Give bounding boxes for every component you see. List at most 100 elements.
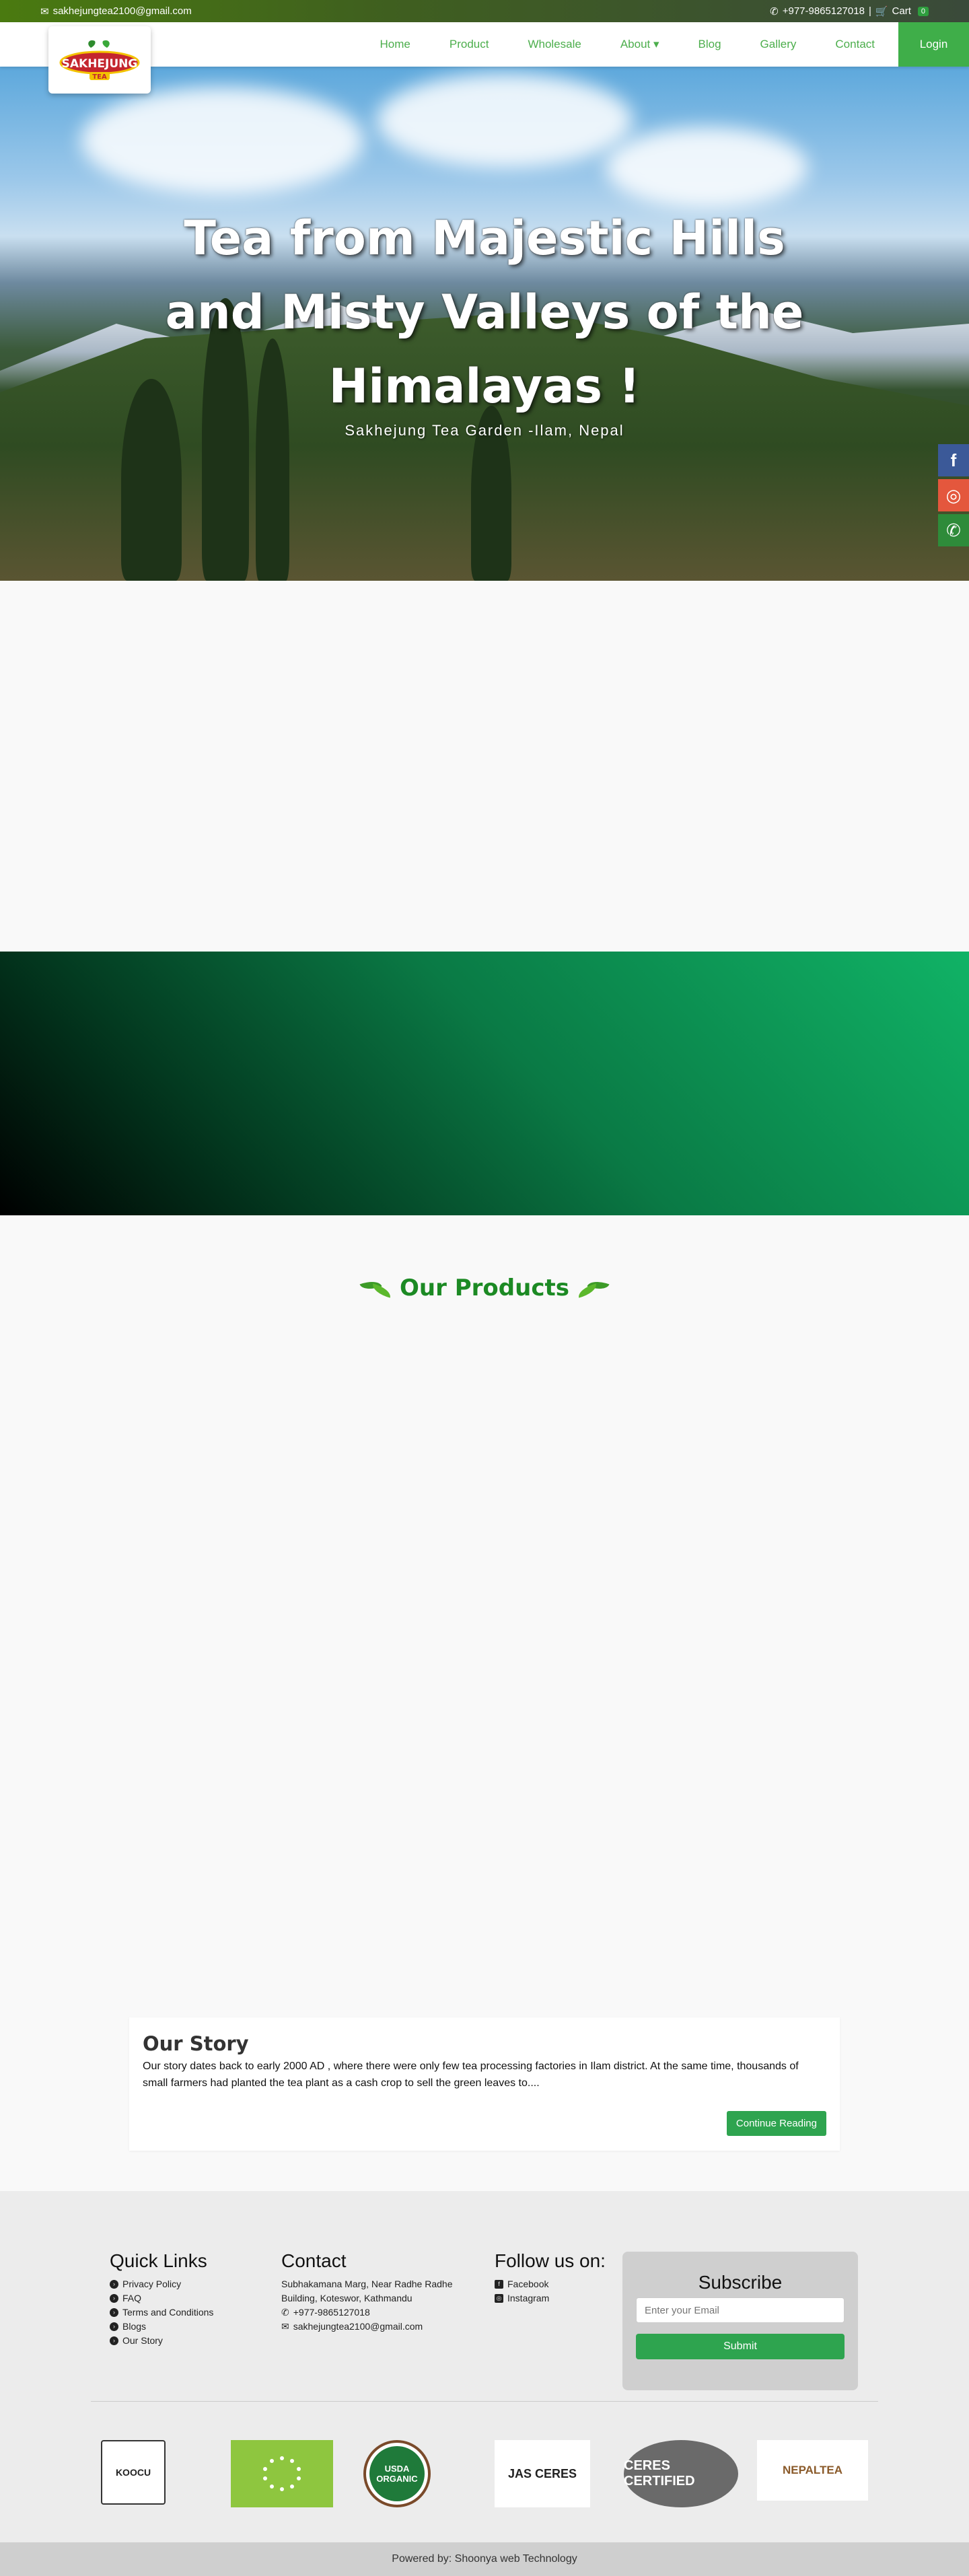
topbar-right: ✆ +977-9865127018 | 🛒 Cart 0	[770, 5, 929, 17]
phone-icon: ✆	[281, 2305, 289, 2320]
cert-label: KOOCU	[116, 2467, 151, 2478]
story-title: Our Story	[143, 2032, 826, 2055]
cart-icon: 🛒	[875, 5, 888, 17]
phone-icon[interactable]: ✆	[938, 514, 969, 546]
subscribe-box: Subscribe Submit	[622, 2252, 858, 2390]
contact-email-text: sakhejungtea2100@gmail.com	[293, 2320, 423, 2334]
footer-link-label: FAQ	[122, 2291, 141, 2305]
login-button[interactable]: Login	[898, 22, 969, 67]
follow-instagram-label: Instagram	[507, 2291, 549, 2305]
arrow-circle-icon: ›	[110, 2308, 118, 2317]
tea-leaf-icon	[576, 1277, 611, 1299]
envelope-icon: ✉	[281, 2320, 289, 2334]
cert-label: CERES CERTIFIED	[624, 2458, 738, 2489]
nav-wholesale[interactable]: Wholesale	[508, 38, 600, 51]
top-bar: ✉ sakhejungtea2100@gmail.com ✆ +977-9865…	[0, 0, 969, 22]
cart-count-badge: 0	[918, 7, 929, 16]
envelope-icon: ✉	[40, 5, 49, 17]
hero-banner: Tea from Majestic Hills and Misty Valley…	[0, 67, 969, 581]
svg-text:TEA: TEA	[92, 73, 107, 81]
hero-cloud	[606, 127, 808, 208]
footer-link-label: Terms and Conditions	[122, 2305, 213, 2320]
footer-divider	[91, 2401, 878, 2402]
contact-email[interactable]: ✉ sakhejungtea2100@gmail.com	[281, 2320, 476, 2334]
nav-gallery[interactable]: Gallery	[741, 38, 816, 51]
hero-cloud	[81, 87, 363, 194]
footer-link-label: Blogs	[122, 2320, 146, 2334]
footer-follow: Follow us on: f Facebook ◎ Instagram	[495, 2250, 606, 2305]
topbar-email-text: sakhejungtea2100@gmail.com	[53, 5, 192, 17]
hero-cloud	[377, 73, 633, 168]
nav-contact[interactable]: Contact	[816, 38, 894, 51]
social-sidebar: f ◎ ✆	[938, 444, 969, 549]
follow-facebook-label: Facebook	[507, 2277, 548, 2291]
arrow-circle-icon: ›	[110, 2294, 118, 2303]
svg-text:SAKHEJUNG: SAKHEJUNG	[62, 57, 138, 71]
cert-label: USDA ORGANIC	[369, 2464, 425, 2484]
arrow-circle-icon: ›	[110, 2322, 118, 2331]
main-navbar: SAKHEJUNG TEA Home Product Wholesale Abo…	[0, 22, 969, 67]
cert-label: NEPALTEA	[783, 2464, 842, 2477]
instagram-icon[interactable]: ◎	[938, 479, 969, 511]
follow-title: Follow us on:	[495, 2250, 606, 2272]
phone-icon: ✆	[770, 5, 779, 17]
powered-by-text: Powered by: Shoonya web Technology	[392, 2553, 577, 2565]
cert-koocu-logo: KOOCU	[101, 2440, 166, 2505]
topbar-separator: |	[869, 5, 871, 17]
products-section: Our Products Our Story Our story dates b…	[0, 1215, 969, 2191]
our-story-card: Our Story Our story dates back to early …	[129, 2017, 840, 2151]
tea-leaf-icon	[358, 1277, 393, 1299]
footer-link-faq[interactable]: › FAQ	[110, 2291, 213, 2305]
cert-eu-organic-logo	[231, 2440, 333, 2507]
subscribe-email-input[interactable]	[636, 2297, 845, 2323]
footer-link-terms[interactable]: › Terms and Conditions	[110, 2305, 213, 2320]
follow-instagram[interactable]: ◎ Instagram	[495, 2291, 606, 2305]
hero-subtitle: Sakhejung Tea Garden -Ilam, Nepal	[0, 422, 969, 439]
nav-product[interactable]: Product	[430, 38, 509, 51]
footer-link-blogs[interactable]: › Blogs	[110, 2320, 213, 2334]
facebook-icon[interactable]: f	[938, 444, 969, 476]
instagram-icon: ◎	[495, 2294, 503, 2303]
green-gradient-section	[0, 952, 969, 1215]
usda-badge: USDA ORGANIC	[369, 2446, 425, 2501]
story-text: Our story dates back to early 2000 AD , …	[143, 2058, 826, 2091]
cert-usda-organic-logo: USDA ORGANIC	[363, 2440, 431, 2507]
quick-links: Quick Links › Privacy Policy › FAQ › Terms …	[110, 2250, 213, 2348]
footer: Quick Links › Privacy Policy › FAQ › Terms …	[0, 2191, 969, 2542]
nav-about-dropdown[interactable]: About ▾	[601, 38, 679, 51]
cert-label: JAS CERES	[508, 2467, 577, 2481]
quick-links-title: Quick Links	[110, 2250, 213, 2272]
nav-home[interactable]: Home	[361, 38, 430, 51]
contact-address: Subhakamana Marg, Near Radhe Radhe Build…	[281, 2277, 476, 2305]
nav-blog[interactable]: Blog	[679, 38, 741, 51]
cert-nepaltea-logo: NEPALTEA	[757, 2440, 868, 2501]
arrow-circle-icon: ›	[110, 2280, 118, 2289]
hero-title: Tea from Majestic Hills and Misty Valley…	[0, 201, 969, 423]
facebook-icon: f	[495, 2280, 503, 2289]
cert-jas-ceres-logo: JAS CERES	[495, 2440, 590, 2507]
contact-phone-text: +977-9865127018	[293, 2305, 370, 2320]
topbar-email[interactable]: ✉ sakhejungtea2100@gmail.com	[40, 5, 192, 17]
site-logo[interactable]: SAKHEJUNG TEA	[48, 26, 151, 94]
sakhejung-logo-icon: SAKHEJUNG TEA	[56, 38, 143, 81]
cert-ceres-certified-logo: CERES CERTIFIED	[624, 2440, 738, 2507]
contact-phone[interactable]: ✆ +977-9865127018	[281, 2305, 476, 2320]
footer-link-label: Privacy Policy	[122, 2277, 181, 2291]
eu-leaf-icon	[245, 2450, 319, 2497]
subscribe-title: Subscribe	[636, 2272, 845, 2293]
continue-reading-button[interactable]: Continue Reading	[727, 2111, 826, 2136]
footer-link-label: Our Story	[122, 2334, 163, 2348]
arrow-circle-icon: ›	[110, 2336, 118, 2345]
topbar-phone[interactable]: +977-9865127018	[783, 5, 865, 17]
footer-link-our-story[interactable]: › Our Story	[110, 2334, 213, 2348]
footer-link-privacy[interactable]: › Privacy Policy	[110, 2277, 213, 2291]
products-title: Our Products	[400, 1275, 569, 1301]
empty-section	[0, 581, 969, 952]
cart-link[interactable]: Cart	[892, 5, 911, 17]
nav-links: Home Product Wholesale About ▾ Blog Gall…	[361, 22, 969, 67]
contact-title: Contact	[281, 2250, 476, 2272]
powered-by-bar: Powered by: Shoonya web Technology	[0, 2542, 969, 2576]
subscribe-submit-button[interactable]: Submit	[636, 2334, 845, 2359]
footer-contact: Contact Subhakamana Marg, Near Radhe Rad…	[281, 2250, 476, 2334]
follow-facebook[interactable]: f Facebook	[495, 2277, 606, 2291]
